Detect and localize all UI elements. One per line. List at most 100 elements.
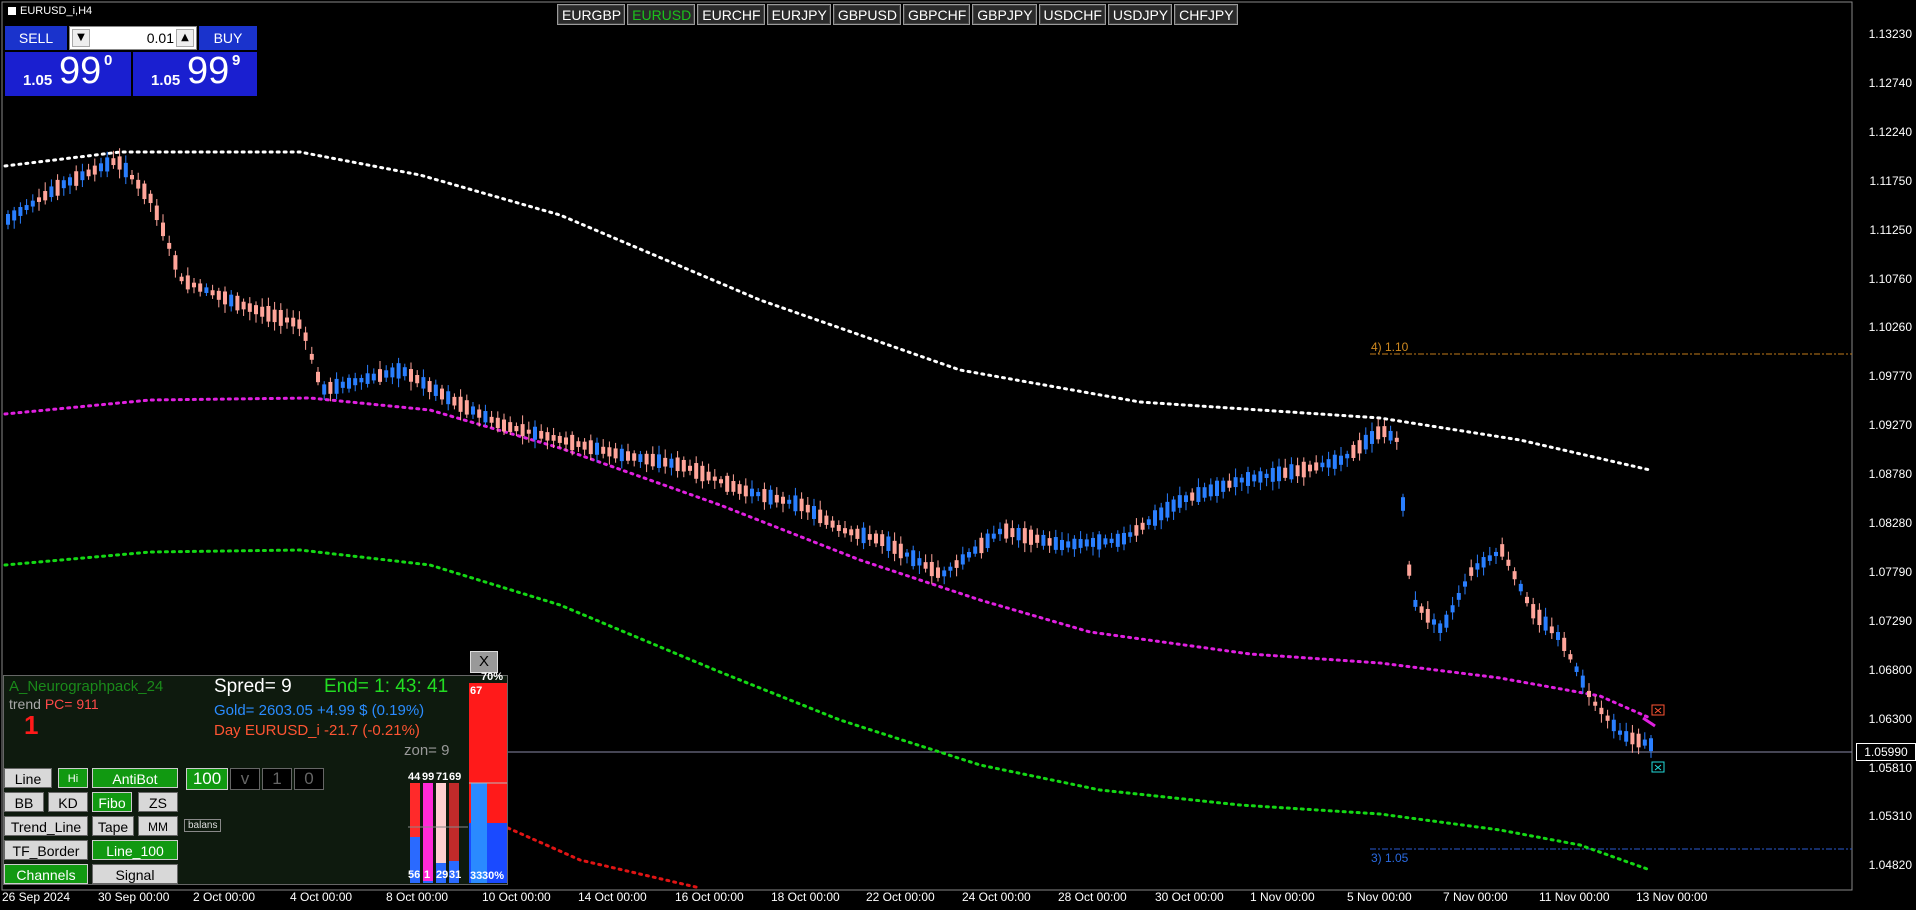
signal-button[interactable]: Signal — [92, 864, 178, 884]
candle-body — [1605, 715, 1610, 721]
symbol-tab-usdjpy[interactable]: USDJPY — [1107, 4, 1173, 25]
grid-0-toggle[interactable]: 0 — [294, 768, 324, 790]
candle-body — [440, 388, 444, 400]
candle-body — [210, 290, 215, 296]
symbol-tab-eurjpy[interactable]: EURJPY — [766, 4, 831, 25]
sell-price-prefix: 1.05 — [23, 72, 53, 89]
candle-body — [1618, 730, 1622, 735]
bb-button[interactable]: BB — [4, 792, 44, 812]
price-tick-label: 1.10760 — [1868, 271, 1912, 286]
fibo-button[interactable]: Fibo — [92, 792, 132, 812]
candle-body — [1283, 467, 1288, 478]
balance-bottom-pct: 30% — [482, 870, 505, 882]
candle-body — [340, 381, 345, 388]
candle-body — [1103, 538, 1108, 545]
candle-body — [874, 533, 878, 544]
trend-line-button[interactable]: Trend_Line — [4, 816, 88, 836]
candle-body — [570, 434, 575, 451]
sell-price[interactable]: 1.05 99 0 — [5, 50, 131, 96]
candle-body — [111, 158, 116, 166]
candle-body — [1574, 666, 1579, 672]
channels-button[interactable]: Channels — [4, 864, 88, 884]
candle-body — [1016, 527, 1021, 541]
candle-body — [824, 515, 829, 525]
price-tick-label: 1.11750 — [1869, 173, 1913, 188]
candle-body — [309, 353, 314, 360]
candle-body — [1091, 537, 1095, 547]
window-title: EURUSD_i,H4 — [8, 5, 92, 17]
lot-up-icon[interactable]: ▲ — [176, 29, 194, 47]
buy-button[interactable]: BUY — [199, 26, 257, 50]
candle-body — [1568, 654, 1573, 660]
hi-button[interactable]: Hi — [58, 768, 88, 788]
candle-body — [415, 375, 420, 384]
candle-body — [1146, 519, 1151, 525]
candle-body — [948, 566, 953, 571]
sell-price-point: 0 — [104, 52, 113, 69]
candle-body — [148, 193, 153, 204]
candle-body — [1060, 539, 1064, 551]
candle-body — [198, 283, 203, 292]
candle-body — [495, 417, 500, 429]
candle-body — [1512, 571, 1517, 580]
kd-button[interactable]: KD — [48, 792, 88, 812]
candle-body — [1481, 557, 1486, 568]
candle-body — [533, 426, 537, 440]
panel-close-button[interactable]: X — [470, 651, 498, 673]
time-tick-label: 7 Nov 00:00 — [1443, 890, 1508, 904]
candle-body — [545, 432, 550, 441]
symbol-tab-usdchf[interactable]: USDCHF — [1038, 4, 1106, 25]
candle-body — [1171, 499, 1176, 512]
tf-border-button[interactable]: TF_Border — [4, 840, 88, 860]
candle-body — [223, 291, 227, 305]
candle-body — [328, 381, 333, 394]
lot-input[interactable] — [94, 29, 174, 47]
antibot-button[interactable]: AntiBot — [92, 768, 178, 788]
symbol-tab-eurchf[interactable]: EURCHF — [697, 4, 765, 25]
candle-body — [74, 171, 79, 186]
candle-body — [1500, 544, 1505, 557]
candle-body — [384, 370, 389, 378]
candle-body — [756, 491, 761, 497]
time-tick-label: 26 Sep 2024 — [2, 890, 71, 904]
gold-readout: Gold= 2603.05 +4.99 $ (0.19%) — [214, 702, 425, 719]
symbol-tab-chfjpy[interactable]: CHFJPY — [1174, 4, 1238, 25]
candle-body — [1035, 534, 1040, 543]
candle-body — [855, 528, 860, 539]
balans-button[interactable]: balans — [184, 819, 222, 832]
sell-button[interactable]: SELL — [5, 26, 67, 50]
candle-body — [322, 384, 327, 395]
trend-readout: trend PC= 911 — [9, 696, 99, 712]
grid-v-toggle[interactable]: v — [230, 768, 260, 790]
candle-body — [12, 210, 17, 221]
candle-body — [61, 180, 66, 189]
line-button[interactable]: Line — [4, 768, 52, 788]
time-tick-label: 24 Oct 00:00 — [962, 890, 1031, 904]
candle-body — [1642, 739, 1647, 746]
symbol-tab-eurgbp[interactable]: EURGBP — [557, 4, 626, 25]
bar-bottom-2: 1 — [424, 869, 431, 881]
mm-button[interactable]: MM — [138, 816, 178, 836]
candle-body — [1531, 604, 1536, 619]
buy-price[interactable]: 1.05 99 9 — [133, 50, 257, 96]
candle-body — [241, 301, 246, 310]
symbol-tab-eurusd[interactable]: EURUSD — [627, 4, 696, 25]
candle-body — [1165, 501, 1170, 518]
candle-body — [483, 411, 488, 423]
candle-body — [1494, 551, 1498, 557]
symbol-tab-gbpusd[interactable]: GBPUSD — [832, 4, 901, 25]
candle-body — [688, 465, 692, 471]
candle-body — [985, 533, 990, 549]
tape-button[interactable]: Tape — [92, 816, 134, 836]
time-tick-label: 30 Oct 00:00 — [1155, 890, 1224, 904]
zs-button[interactable]: ZS — [138, 792, 178, 812]
grid-100-toggle[interactable]: 100 — [186, 768, 228, 790]
symbol-tab-gbpchf[interactable]: GBPCHF — [902, 4, 971, 25]
lot-down-icon[interactable]: ▼ — [72, 29, 90, 47]
candle-body — [731, 481, 736, 492]
candle-body — [390, 367, 395, 378]
line-100-button[interactable]: Line_100 — [92, 840, 178, 860]
candle-body — [1580, 675, 1585, 688]
grid-1-toggle[interactable]: 1 — [262, 768, 292, 790]
symbol-tab-gbpjpy[interactable]: GBPJPY — [972, 4, 1037, 25]
